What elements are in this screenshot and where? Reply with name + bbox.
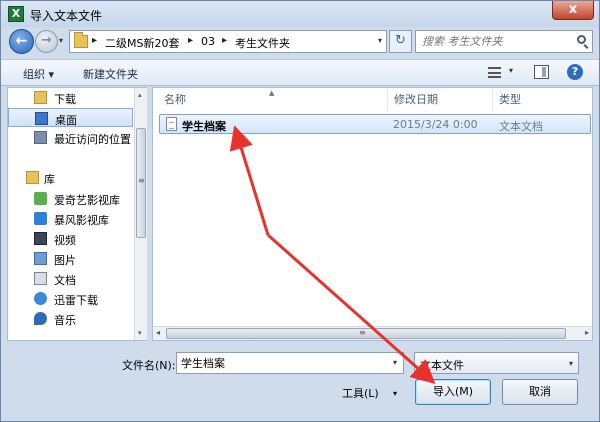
sidebar-group-label: 库 [44, 173, 55, 186]
search-box[interactable] [415, 30, 593, 53]
sidebar-item-label: 迅雷下载 [54, 294, 98, 307]
documents-icon [34, 272, 47, 285]
import-button[interactable]: 导入(M) [415, 379, 491, 405]
change-view-icon[interactable] [488, 67, 501, 78]
column-header-type[interactable]: 类型 [493, 88, 592, 112]
thunder-icon [34, 292, 47, 305]
sidebar-item-downloads[interactable]: 下载 [8, 88, 133, 107]
sidebar-item-label: 视频 [54, 234, 76, 247]
breadcrumb-item[interactable]: 03 [201, 35, 215, 48]
scroll-grip: ≡ [138, 176, 145, 185]
preview-pane-icon[interactable] [534, 65, 549, 79]
breadcrumb-separator[interactable]: ▸ [92, 35, 97, 46]
filename-field[interactable] [176, 352, 404, 374]
filename-dropdown[interactable]: ▾ [393, 358, 397, 367]
file-name: 学生档案 [182, 120, 226, 133]
cancel-button[interactable]: 取消 [502, 379, 578, 405]
import-text-file-dialog: X 导入文本文件 x ← → ▾ ▸ 二级MS新20套 ▸ 03 ▸ 考生文件夹… [0, 0, 600, 422]
organize-button[interactable]: 组织 ▾ [23, 66, 54, 82]
folder-icon [74, 32, 88, 48]
sidebar-item-libraries[interactable]: 库 [8, 168, 133, 187]
music-icon [34, 312, 47, 325]
tools-dropdown-arrow[interactable]: ▾ [393, 389, 397, 398]
breadcrumb-separator[interactable]: ▸ [222, 35, 227, 46]
address-dropdown[interactable]: ▾ [378, 36, 382, 45]
back-button[interactable]: ← [9, 29, 34, 54]
column-header-modified[interactable]: 修改日期 [388, 88, 493, 112]
video-icon [34, 232, 47, 245]
sidebar-item-thunder-downloads[interactable]: 迅雷下载 [8, 289, 133, 308]
search-icon[interactable] [577, 35, 586, 44]
scroll-down-arrow[interactable]: ▾ [138, 329, 142, 337]
refresh-button[interactable]: ↻ [389, 30, 412, 53]
sidebar-item-label: 爱奇艺影视库 [54, 194, 120, 207]
file-type-value: 文本文件 [420, 359, 464, 372]
breadcrumb-item[interactable]: 二级MS新20套 [105, 35, 179, 51]
scroll-grip: ≡ [359, 328, 366, 337]
sidebar-item-video[interactable]: 视频 [8, 229, 133, 248]
help-icon[interactable]: ? [567, 64, 583, 80]
scroll-thumb[interactable]: ≡ [166, 328, 566, 339]
breadcrumb-item[interactable]: 考生文件夹 [235, 35, 290, 51]
sidebar-item-label: 文档 [54, 274, 76, 287]
file-list-scrollbar[interactable]: ◂ ≡ ▸ [153, 326, 592, 340]
desktop-icon [35, 112, 48, 125]
baofeng-icon [34, 212, 47, 225]
library-folder-icon [26, 171, 39, 184]
navigation-pane: 下载 桌面 最近访问的位置 库 爱奇艺影视库 暴风影视库 视频 图片 文档 迅雷… [7, 87, 147, 341]
text-document-icon [166, 117, 177, 131]
picture-icon [34, 252, 47, 265]
column-header-label: 名称 [164, 93, 186, 106]
sidebar-item-label: 暴风影视库 [54, 214, 109, 227]
sidebar-item-iqiyi[interactable]: 爱奇艺影视库 [8, 189, 133, 208]
file-modified-date: 2015/3/24 0:00 [393, 118, 478, 131]
navigation-bar: ← → ▾ ▸ 二级MS新20套 ▸ 03 ▸ 考生文件夹 ▾ ↻ [1, 27, 599, 57]
breadcrumb-separator[interactable]: ▸ [188, 35, 193, 46]
filename-label: 文件名(N): [122, 359, 176, 372]
window-title: 导入文本文件 [30, 9, 103, 23]
scroll-up-arrow[interactable]: ▴ [138, 91, 142, 99]
sidebar-item-baofeng[interactable]: 暴风影视库 [8, 209, 133, 228]
title-bar: X 导入文本文件 x [1, 1, 599, 27]
file-type: 文本文档 [499, 120, 543, 133]
scroll-right-arrow[interactable]: ▸ [585, 328, 589, 337]
close-button[interactable]: x [552, 1, 594, 20]
column-header-label: 类型 [499, 93, 521, 106]
address-bar[interactable]: ▸ 二级MS新20套 ▸ 03 ▸ 考生文件夹 ▾ [69, 30, 387, 53]
file-type-select[interactable]: 文本文件 ▾ [414, 352, 579, 374]
sidebar-item-music[interactable]: 音乐 [8, 309, 133, 328]
scroll-left-arrow[interactable]: ◂ [156, 328, 160, 337]
sidebar-scrollbar[interactable]: ▴ ≡ ▾ [134, 88, 147, 340]
command-toolbar: 组织 ▾ 新建文件夹 ▾ ? [1, 59, 599, 86]
sidebar-item-label: 下载 [54, 93, 76, 106]
iqiyi-icon [34, 192, 47, 205]
excel-app-icon: X [8, 6, 24, 22]
download-folder-icon [34, 91, 47, 104]
sidebar-item-label: 图片 [54, 254, 76, 267]
sidebar-item-recent-places[interactable]: 最近访问的位置 [8, 128, 133, 147]
file-row[interactable]: 学生档案 2015/3/24 0:00 文本文档 [159, 114, 591, 134]
sidebar-item-label: 音乐 [54, 314, 76, 327]
chevron-down-icon: ▾ [568, 359, 573, 368]
recent-pages-dropdown[interactable]: ▾ [59, 36, 63, 45]
forward-button[interactable]: → [35, 30, 58, 53]
search-input[interactable] [422, 34, 572, 49]
sidebar-item-pictures[interactable]: 图片 [8, 249, 133, 268]
column-header-label: 修改日期 [394, 93, 438, 106]
file-list: 名称 ▲ 修改日期 类型 学生档案 2015/3/24 0:00 文本文档 ◂ … [152, 87, 593, 341]
new-folder-button[interactable]: 新建文件夹 [83, 66, 138, 82]
sidebar-item-documents[interactable]: 文档 [8, 269, 133, 288]
view-dropdown[interactable]: ▾ [509, 66, 513, 75]
sidebar-item-label: 最近访问的位置 [54, 133, 131, 146]
sidebar-item-label: 桌面 [55, 114, 77, 127]
scroll-thumb[interactable]: ≡ [136, 128, 146, 238]
sidebar-item-desktop[interactable]: 桌面 [8, 108, 133, 127]
sort-ascending-icon: ▲ [269, 89, 275, 97]
recent-places-icon [34, 131, 47, 144]
tools-button[interactable]: 工具(L) [342, 385, 379, 401]
